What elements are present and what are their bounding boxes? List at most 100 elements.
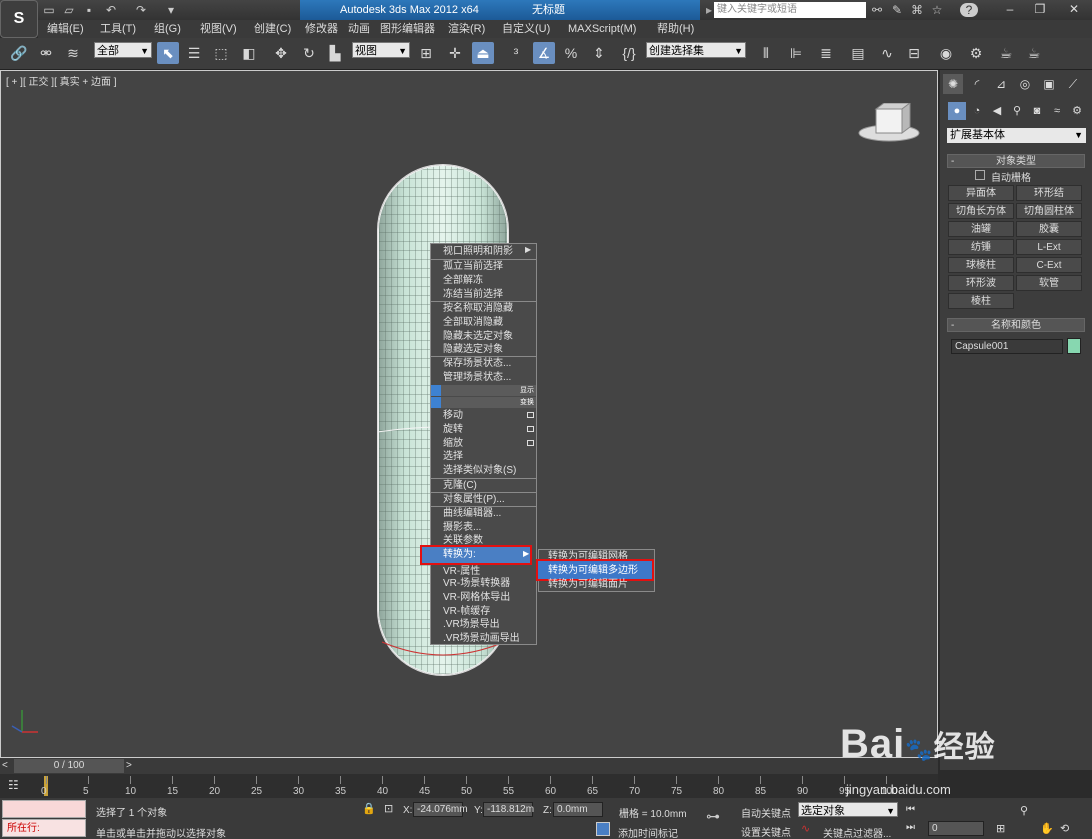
display-tab-icon[interactable]: ▣ bbox=[1039, 74, 1059, 94]
ctx-vr-frame-buffer[interactable]: VR-帧缓存 bbox=[443, 605, 490, 619]
chamfer-cyl-button[interactable]: 切角圆柱体 bbox=[1016, 203, 1082, 219]
align-icon[interactable]: ⊫ bbox=[785, 42, 807, 64]
ctx-hide-unselected[interactable]: 隐藏未选定对象 bbox=[443, 330, 513, 344]
z-coord-field[interactable]: 0.0mm bbox=[553, 802, 603, 817]
ref-coord-dropdown[interactable]: 视图 ▼ bbox=[352, 42, 410, 58]
ctx-rotate[interactable]: 旋转 bbox=[443, 423, 463, 437]
app-logo-icon[interactable]: S bbox=[0, 0, 38, 38]
menu-edit[interactable]: 编辑(E) bbox=[47, 20, 84, 38]
spindle-button[interactable]: 纺锤 bbox=[948, 239, 1014, 255]
named-selection-dropdown[interactable]: 创建选择集 ▼ bbox=[646, 42, 746, 58]
ctx-save-scene-state[interactable]: 保存场景状态... bbox=[443, 357, 511, 371]
close-button[interactable]: ✕ bbox=[1060, 0, 1088, 18]
pivot-center-icon[interactable]: ⊞ bbox=[415, 42, 437, 64]
viewport-label[interactable]: [ + ][ 正交 ][ 真实 + 边面 ] bbox=[6, 73, 117, 88]
utilities-tab-icon[interactable]: ⟋ bbox=[1063, 74, 1083, 94]
ring-wave-button[interactable]: 环形波 bbox=[948, 275, 1014, 291]
maxscript-mini[interactable]: 所在行: bbox=[2, 819, 86, 837]
time-prev-icon[interactable]: < bbox=[2, 760, 8, 771]
unlink-icon[interactable]: ⚮ bbox=[35, 42, 57, 64]
material-editor-icon[interactable]: ◉ bbox=[935, 42, 957, 64]
hose-button[interactable]: 软管 bbox=[1016, 275, 1082, 291]
gengon-button[interactable]: 球棱柱 bbox=[948, 257, 1014, 273]
select-manipulate-icon[interactable]: ✛ bbox=[444, 42, 466, 64]
curve-editor-mini-icon[interactable]: ☷ bbox=[8, 778, 19, 792]
helpers-icon[interactable]: ◙ bbox=[1028, 102, 1046, 120]
save-icon[interactable]: ▪ bbox=[82, 3, 96, 17]
ctx-manage-scene-states[interactable]: 管理场景状态... bbox=[443, 371, 511, 385]
key-icon[interactable]: ⊶ bbox=[706, 808, 720, 825]
selection-filter-dropdown[interactable]: 全部 ▼ bbox=[94, 42, 152, 58]
mirror-icon[interactable]: ⫴ bbox=[755, 42, 777, 64]
ctx-clone[interactable]: 克隆(C) bbox=[443, 479, 477, 493]
edit-named-selection-icon[interactable]: {/} bbox=[618, 42, 640, 64]
key-filters-button[interactable]: 关键点过滤器... bbox=[823, 825, 891, 839]
add-time-tag[interactable]: 添加时间标记 bbox=[618, 825, 678, 839]
time-next-icon[interactable]: > bbox=[126, 760, 132, 771]
scale-icon[interactable]: ▙ bbox=[324, 42, 346, 64]
object-name-field[interactable]: Capsule001 bbox=[951, 339, 1063, 354]
rotate-settings-icon[interactable] bbox=[527, 426, 534, 432]
help-icon[interactable]: ? bbox=[960, 3, 978, 17]
search-input[interactable]: 键入关键字或短语 bbox=[714, 2, 866, 18]
ctx-convert-to[interactable] bbox=[420, 545, 532, 565]
motion-tab-icon[interactable]: ◎ bbox=[1015, 74, 1035, 94]
systems-icon[interactable]: ⚙ bbox=[1068, 102, 1086, 120]
x-coord-field[interactable]: -24.076mm bbox=[413, 802, 468, 817]
cameras-icon[interactable]: ⚲ bbox=[1008, 102, 1026, 120]
capsule-button[interactable]: 胶囊 bbox=[1016, 221, 1082, 237]
undo-icon[interactable]: ↶ bbox=[104, 3, 118, 17]
name-color-rollout[interactable]: - 名称和颜色 bbox=[947, 318, 1085, 332]
bind-space-warp-icon[interactable]: ≋ bbox=[62, 42, 84, 64]
time-slider-thumb[interactable]: 0 / 100 bbox=[14, 759, 124, 773]
render-production-icon[interactable]: ☕ bbox=[1023, 42, 1045, 64]
c-ext-button[interactable]: C-Ext bbox=[1016, 257, 1082, 273]
schematic-view-icon[interactable]: ⊟ bbox=[903, 42, 925, 64]
menu-group[interactable]: 组(G) bbox=[154, 20, 181, 38]
ctx-viewport-lighting[interactable]: 视口照明和阴影 bbox=[443, 245, 513, 259]
ctx-unhide-by-name[interactable]: 按名称取消隐藏 bbox=[443, 302, 513, 316]
set-key-button[interactable]: 设置关键点 bbox=[741, 824, 791, 839]
ctx-vr-scene-converter[interactable]: VR-场景转换器 bbox=[443, 577, 510, 591]
hedra-button[interactable]: 异面体 bbox=[948, 185, 1014, 201]
time-slider[interactable] bbox=[0, 758, 938, 774]
menu-modifiers[interactable]: 修改器 bbox=[305, 20, 338, 38]
menu-help[interactable]: 帮助(H) bbox=[657, 20, 694, 38]
pan-hand-icon[interactable]: ✋ bbox=[1040, 822, 1054, 835]
snaps-toggle-icon[interactable]: ³ bbox=[505, 42, 527, 64]
create-tab-icon[interactable]: ✺ bbox=[943, 74, 963, 94]
communication-icon[interactable]: ⌘ bbox=[910, 3, 924, 17]
rotate-icon[interactable]: ↻ bbox=[298, 42, 320, 64]
go-to-start-icon[interactable]: ⏮ bbox=[906, 804, 915, 815]
shapes-icon[interactable]: ◔ bbox=[968, 102, 986, 120]
orbit-icon[interactable]: ⟲ bbox=[1060, 822, 1069, 835]
zoom-icon[interactable]: ⚲ bbox=[1020, 804, 1028, 817]
redo-icon[interactable]: ↷ bbox=[134, 3, 148, 17]
ctx-freeze-selection[interactable]: 冻结当前选择 bbox=[443, 288, 503, 302]
select-object-icon[interactable]: ⬉ bbox=[157, 42, 179, 64]
open-file-icon[interactable]: ▱ bbox=[62, 3, 76, 17]
ctx-unhide-all[interactable]: 全部取消隐藏 bbox=[443, 316, 503, 330]
ctx-move[interactable]: 移动 bbox=[443, 409, 463, 423]
absolute-mode-icon[interactable]: ⊡ bbox=[384, 802, 393, 815]
render-setup-icon[interactable]: ⚙ bbox=[965, 42, 987, 64]
menu-rendering[interactable]: 渲染(R) bbox=[448, 20, 485, 38]
angle-snap-icon[interactable]: ∡ bbox=[533, 42, 555, 64]
spinner-snap-icon[interactable]: ⇕ bbox=[588, 42, 610, 64]
ctx-curve-editor[interactable]: 曲线编辑器... bbox=[443, 507, 501, 521]
binoculars-icon[interactable]: ⚯ bbox=[870, 3, 884, 17]
rect-selection-region-icon[interactable]: ⬚ bbox=[210, 42, 232, 64]
current-frame-field[interactable]: 0 bbox=[928, 821, 984, 836]
menu-create[interactable]: 创建(C) bbox=[254, 20, 291, 38]
space-warps-icon[interactable]: ≈ bbox=[1048, 102, 1066, 120]
ctx-vr-mesh-export[interactable]: VR-网格体导出 bbox=[443, 591, 510, 605]
modify-tab-icon[interactable]: ◜ bbox=[967, 74, 987, 94]
viewcube-icon[interactable] bbox=[858, 103, 920, 145]
category-dropdown[interactable]: 扩展基本体 ▼ bbox=[947, 128, 1086, 143]
object-color-swatch[interactable] bbox=[1067, 338, 1081, 354]
y-coord-field[interactable]: -118.812m bbox=[483, 802, 534, 817]
key-mode-toggle-icon[interactable]: ⏭ bbox=[906, 822, 915, 833]
favorites-star-icon[interactable]: ☆ bbox=[930, 3, 944, 17]
ctx-isolate-selection[interactable]: 孤立当前选择 bbox=[443, 260, 503, 274]
graphite-ribbon-icon[interactable]: ▤ bbox=[847, 42, 869, 64]
